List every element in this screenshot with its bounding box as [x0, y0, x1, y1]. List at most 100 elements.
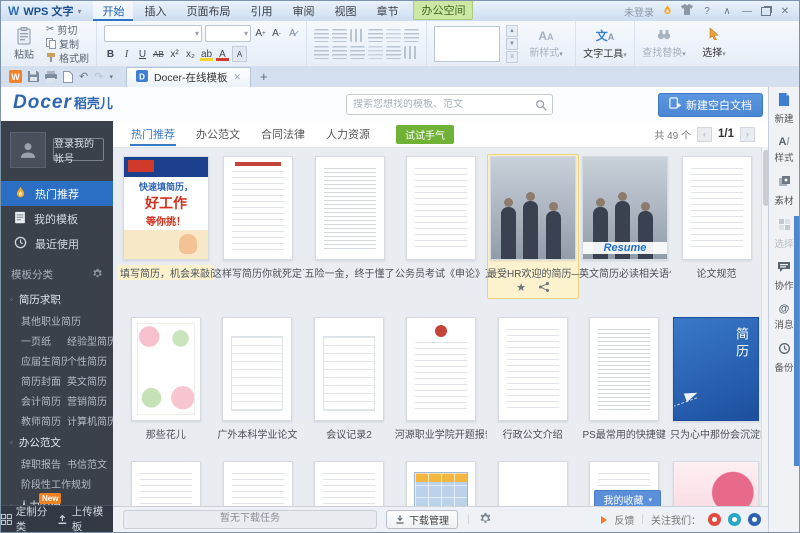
content-tab[interactable]: 办公范文 [195, 122, 241, 146]
prev-page-button[interactable]: ‹ [697, 127, 712, 142]
sidebar-nav-item[interactable]: 我的模板 [1, 206, 113, 231]
strikethrough-button[interactable]: AB [152, 47, 165, 61]
template-card[interactable]: 简历只为心中那份会沉淀的梦 [670, 315, 762, 443]
cut-button[interactable]: ✂剪切 [46, 24, 89, 36]
category-item[interactable]: 营销简历 [67, 393, 113, 408]
template-card[interactable] [120, 459, 212, 506]
template-card[interactable] [670, 459, 762, 506]
settings-gear-icon[interactable] [479, 512, 492, 528]
select-button[interactable]: 选择▾ [692, 28, 736, 59]
find-replace-button[interactable]: 查找替换▾ [642, 29, 686, 59]
redo-icon[interactable]: ↷ [94, 70, 103, 83]
social-icon-renren[interactable] [748, 513, 761, 526]
template-card[interactable] [395, 459, 487, 506]
menu-tab[interactable]: 开始 [93, 0, 133, 21]
template-card[interactable]: 五险一金，终于懂了 [304, 154, 395, 299]
format-painter-button[interactable]: 格式刷 [46, 52, 89, 64]
wps-home-icon[interactable]: W [9, 70, 22, 83]
grow-font-button[interactable]: A+ [254, 27, 267, 41]
new-document-icon[interactable] [63, 71, 73, 83]
shrink-font-button[interactable]: A- [270, 27, 283, 41]
category-item[interactable]: 阶段性工作规划 [21, 476, 113, 491]
italic-button[interactable]: I [120, 47, 133, 61]
print-icon[interactable] [45, 71, 57, 82]
highlight-color-button[interactable]: ab [200, 47, 213, 61]
menu-tab[interactable]: 引用 [241, 0, 281, 21]
style-gallery-arrows[interactable]: ▲▼≡ [506, 25, 518, 63]
template-card[interactable]: 河源职业学院开题报告 [395, 315, 487, 443]
text-tool-button[interactable]: 文A 文字工具▾ [583, 27, 627, 60]
menu-tab[interactable]: 视图 [325, 0, 365, 21]
template-card[interactable]: 这样写简历你就死定了 [212, 154, 304, 299]
menu-tab[interactable]: 办公空间 [413, 0, 473, 20]
new-tab-button[interactable]: + [260, 69, 268, 84]
char-shading-button[interactable]: A [232, 46, 247, 62]
font-color-button[interactable]: A [216, 47, 229, 61]
document-tab[interactable]: D Docer-在线模板 ✕ [126, 67, 251, 87]
paragraph-tools-row2[interactable] [314, 46, 419, 59]
search-icon[interactable] [535, 99, 552, 111]
menu-tab[interactable]: 审阅 [283, 0, 323, 21]
skin-icon[interactable] [681, 4, 693, 18]
category-item[interactable]: 英文简历 [67, 373, 113, 388]
content-tab[interactable]: 合同法律 [260, 122, 306, 146]
download-manager-button[interactable]: 下载管理 [386, 510, 458, 529]
paragraph-tools-row1[interactable] [314, 29, 419, 42]
login-status[interactable]: 未登录 [624, 4, 654, 19]
category-item[interactable]: 教师简历 [21, 413, 67, 428]
tab-close-icon[interactable]: ✕ [233, 72, 241, 83]
close-button[interactable]: ✕ [779, 6, 791, 17]
content-tab[interactable]: 热门推荐 [130, 122, 176, 146]
sidebar-nav-item[interactable]: 热门推荐 [1, 181, 113, 206]
lucky-button[interactable]: 试试手气 [396, 125, 454, 144]
new-style-button[interactable]: AA 新样式▾ [524, 29, 568, 59]
menu-tab[interactable]: 章节 [367, 0, 407, 21]
template-card[interactable]: Resume英文简历必读相关语句 [579, 154, 671, 299]
font-family-select[interactable]: ▾ [104, 25, 202, 42]
social-icon-weibo[interactable] [708, 513, 721, 526]
share-icon[interactable] [538, 280, 550, 298]
quickbar-dropdown-icon[interactable]: ▾ [109, 73, 113, 81]
app-logo[interactable]: W WPS 文字 ▾ [8, 3, 81, 19]
underline-button[interactable]: U [136, 47, 149, 61]
category-item[interactable]: 书信范文 [67, 456, 113, 471]
bold-button[interactable]: B [104, 47, 117, 61]
category-item[interactable]: 个性简历 [67, 353, 113, 368]
category-group-title[interactable]: ◦办公范文 [1, 430, 113, 453]
template-card[interactable]: 那些花儿 [120, 315, 212, 443]
template-card[interactable] [303, 459, 395, 506]
save-icon[interactable] [28, 71, 39, 82]
feedback-link[interactable]: 反馈 [614, 512, 634, 527]
rail-item-素材[interactable]: 素材 [769, 169, 799, 212]
login-button[interactable]: 登录我的帐号 [53, 138, 104, 161]
sidebar-nav-item[interactable]: 最近使用 [1, 231, 113, 256]
customize-category-button[interactable]: 定制分类 [1, 504, 57, 532]
category-item[interactable]: 简历封面 [21, 373, 67, 388]
template-card[interactable]: PS最常用的快捷键 [578, 315, 670, 443]
restore-button[interactable] [761, 7, 771, 16]
category-item[interactable]: 会计简历 [21, 393, 67, 408]
template-card[interactable]: 最受HR欢迎的简历—★ [487, 154, 579, 299]
template-card[interactable]: 快速填简历，好工作等你挑！填写简历，机会来敲门 [120, 154, 212, 299]
clear-format-icon[interactable]: A̷ [286, 27, 299, 41]
category-item[interactable]: 辞职报告 [21, 456, 67, 471]
template-card[interactable]: 广外本科学业论文 [212, 315, 304, 443]
rail-item-样式[interactable]: A/样式 [769, 130, 799, 169]
superscript-button[interactable]: x² [168, 47, 181, 61]
social-icon-qq[interactable] [728, 513, 741, 526]
search-input[interactable] [347, 99, 535, 110]
template-card[interactable]: 论文规范 [671, 154, 762, 299]
content-tab[interactable]: 人力资源 [325, 122, 371, 146]
template-card[interactable] [212, 459, 304, 506]
flame-hot-icon[interactable] [662, 4, 673, 19]
rail-item-新建[interactable]: 新建 [769, 87, 799, 130]
expand-arrow-icon[interactable] [601, 516, 607, 524]
font-size-select[interactable]: ▾ [205, 25, 251, 42]
subscript-button[interactable]: x₂ [184, 47, 197, 61]
template-card[interactable]: 行政公文介绍 [487, 315, 579, 443]
gear-icon[interactable] [92, 268, 103, 282]
template-card[interactable]: 会议记录2 [303, 315, 395, 443]
star-icon[interactable]: ★ [516, 283, 526, 294]
help-button[interactable]: ? [701, 6, 713, 17]
copy-button[interactable]: 复制 [46, 38, 89, 50]
